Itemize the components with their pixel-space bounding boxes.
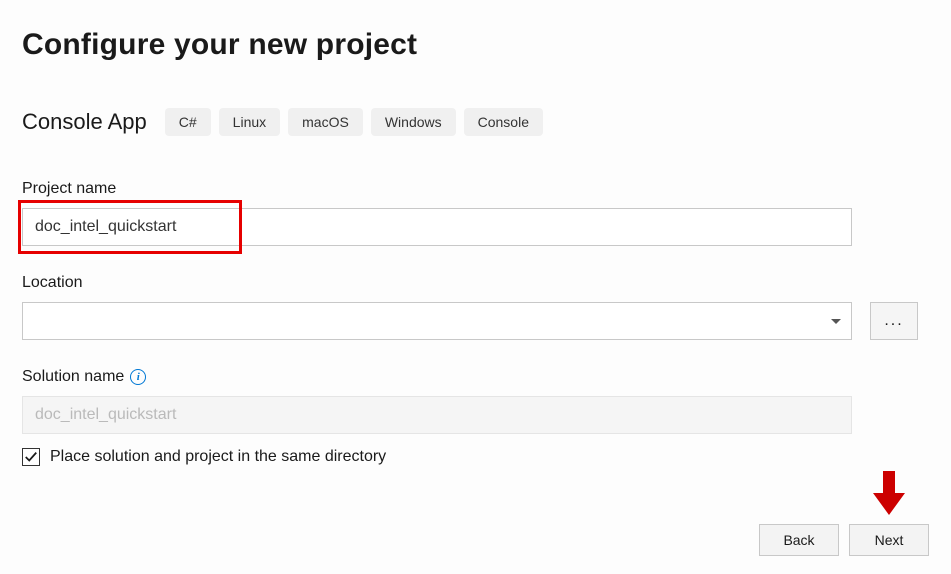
same-directory-checkbox[interactable] <box>22 448 40 466</box>
solution-name-input: doc_intel_quickstart <box>22 396 852 434</box>
solution-name-field: Solution name i doc_intel_quickstart <box>22 368 929 434</box>
solution-name-label-row: Solution name i <box>22 368 929 386</box>
next-button[interactable]: Next <box>849 524 929 556</box>
info-icon[interactable]: i <box>130 369 146 385</box>
template-row: Console App C# Linux macOS Windows Conso… <box>22 108 929 136</box>
browse-button[interactable]: ... <box>870 302 918 340</box>
project-name-field: Project name <box>22 180 929 246</box>
checkmark-icon <box>24 450 38 464</box>
page-title: Configure your new project <box>22 28 929 62</box>
location-dropdown[interactable] <box>22 302 852 340</box>
annotation-arrow-icon <box>871 471 907 520</box>
project-name-input[interactable] <box>22 208 852 246</box>
template-tags: C# Linux macOS Windows Console <box>165 108 543 136</box>
tag-linux: Linux <box>219 108 280 136</box>
template-name: Console App <box>22 109 147 135</box>
tag-windows: Windows <box>371 108 456 136</box>
same-directory-row: Place solution and project in the same d… <box>22 448 929 466</box>
chevron-down-icon <box>831 319 841 324</box>
solution-name-label: Solution name <box>22 368 124 386</box>
project-name-label: Project name <box>22 180 929 198</box>
tag-csharp: C# <box>165 108 211 136</box>
location-label: Location <box>22 274 929 292</box>
tag-macos: macOS <box>288 108 363 136</box>
tag-console: Console <box>464 108 543 136</box>
same-directory-label: Place solution and project in the same d… <box>50 448 386 466</box>
location-field: Location ... <box>22 274 929 340</box>
footer-buttons: Back Next <box>759 524 929 556</box>
back-button[interactable]: Back <box>759 524 839 556</box>
